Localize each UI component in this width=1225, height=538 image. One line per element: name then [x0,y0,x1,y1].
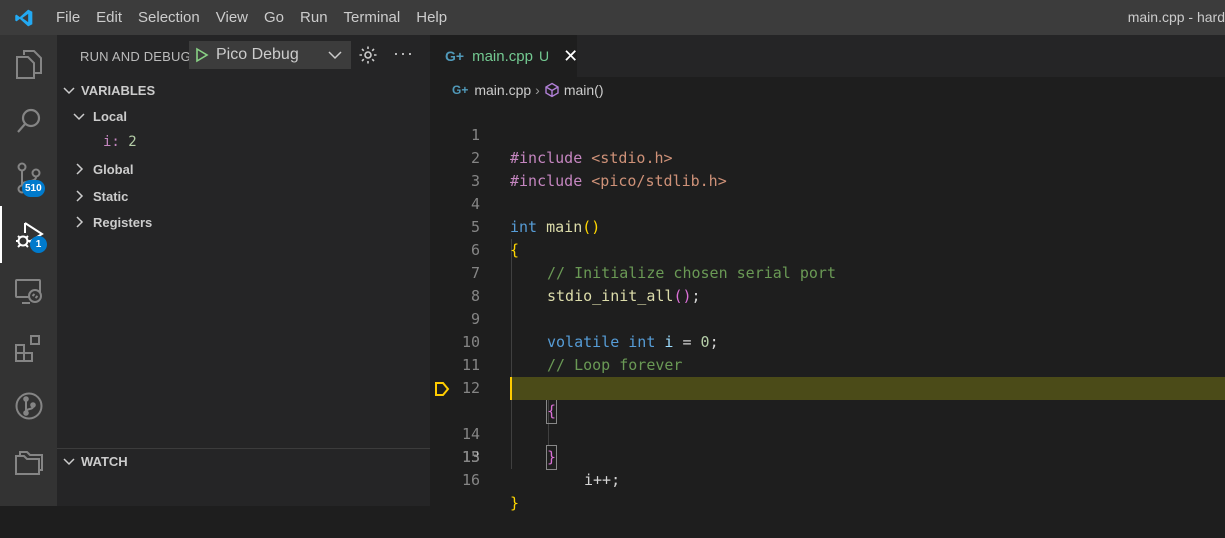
run-debug-sidebar: RUN AND DEBUG Pico Debug ··· VARIABLES L… [57,35,430,506]
chevron-right-icon [76,216,84,228]
source-control-button[interactable]: 510 [0,149,57,206]
title-bar: File Edit Selection View Go Run Terminal… [0,0,1225,35]
code-line: 16 } [430,446,1225,512]
code-line: 4 int main() [430,170,1225,236]
variable-item[interactable]: i: 2 [103,134,137,154]
method-icon [545,82,559,98]
remote-explorer-button[interactable] [0,263,57,320]
scope-global[interactable]: Global [71,158,133,180]
cpp-file-icon: G+ [445,48,465,64]
line-number: 16 [461,471,480,489]
token-brace: } [510,494,520,512]
menu-view[interactable]: View [208,0,256,35]
scope-static[interactable]: Static [71,185,128,207]
breadcrumb: G+ main.cpp › main() [452,79,604,101]
vscode-logo-icon [0,0,48,35]
chevron-down-icon [63,458,75,466]
menu-run[interactable]: Run [292,0,336,35]
code-line: 15 [430,423,1225,466]
chevron-down-icon [63,87,75,95]
editor-area: G+ main.cpp U ✕ G+ main.cpp › main() 1 #… [430,35,1225,512]
menu-file[interactable]: File [48,0,88,35]
code-line: 9 volatile int i = 0; [430,285,1225,351]
tab-main-cpp[interactable]: G+ main.cpp U ✕ [430,35,578,77]
folders-icon [14,450,43,475]
menu-terminal[interactable]: Terminal [336,0,409,35]
stack-frame-pointer-icon[interactable] [434,381,450,397]
scope-local[interactable]: Local [71,105,127,127]
token-statement: i++; [584,471,621,489]
menu-selection[interactable]: Selection [130,0,208,35]
menu-help[interactable]: Help [408,0,455,35]
cpp-file-icon: G+ [452,83,469,97]
variables-label: VARIABLES [81,82,156,98]
scope-label: Global [93,161,134,177]
watch-label: WATCH [81,453,128,469]
breadcrumb-symbol[interactable]: main() [564,82,604,98]
tab-label: main.cpp [472,47,533,65]
scope-registers[interactable]: Registers [71,211,152,233]
remote-explorer-icon [14,278,42,304]
current-line-highlight [510,377,1225,400]
chevron-down-icon [328,51,342,60]
search-button[interactable] [0,92,57,149]
code-line: 1 #include <stdio.h> [430,101,1225,167]
variable-value: 2 [128,134,137,150]
tab-bar: G+ main.cpp U ✕ [430,35,1225,77]
code-line: 12 { [430,354,1225,424]
git-graph-icon [15,392,42,419]
debug-config-select[interactable]: Pico Debug [189,41,351,69]
explorer-button[interactable] [0,35,57,92]
chevron-right-icon [76,163,84,175]
start-debugging-icon[interactable] [194,47,210,63]
code-line: 5 { [430,193,1225,259]
project-manager-button[interactable] [0,434,57,491]
code-line: 8 [430,262,1225,305]
menu-edit[interactable]: Edit [88,0,130,35]
code-line: 7 stdio_init_all(); [430,239,1225,305]
code-line: 14 } [430,400,1225,470]
variable-name: i: [103,134,120,150]
files-icon [15,49,42,79]
menu-bar: File Edit Selection View Go Run Terminal… [48,0,455,35]
current-line: 13 i++; [430,377,1225,489]
code-line: 2 #include <pico/stdlib.h> [430,124,1225,190]
run-debug-button[interactable]: 1 [0,206,57,263]
code-line: 6 // Initialize chosen serial port [430,216,1225,282]
gear-icon[interactable] [358,45,378,65]
chevron-right-icon [76,190,84,202]
scope-label: Local [93,108,127,124]
debug-config-name: Pico Debug [216,46,299,63]
breadcrumb-file[interactable]: main.cpp [474,82,531,98]
chevron-down-icon [73,113,85,121]
search-icon [16,108,40,133]
menu-go[interactable]: Go [256,0,292,35]
section-divider [57,448,430,449]
scope-label: Static [93,188,129,204]
code-line: 10 // Loop forever [430,308,1225,374]
close-icon[interactable]: ✕ [563,46,578,67]
window-title: main.cpp - hard [1127,9,1225,25]
scm-count-badge: 510 [22,180,45,197]
extensions-button[interactable] [0,320,57,377]
code-line: 3 [430,147,1225,190]
sidebar-title: RUN AND DEBUG [80,48,191,64]
chevron-right-icon: › [535,82,540,98]
debug-count-badge: 1 [30,236,47,253]
extensions-icon [14,334,40,362]
activity-bar: 510 1 [0,35,57,506]
more-actions-icon[interactable]: ··· [393,43,414,64]
code-line: 11 while (true) [430,331,1225,397]
git-graph-button[interactable] [0,377,57,434]
watch-section-header[interactable]: WATCH [61,450,128,472]
untracked-status: U [538,48,550,64]
variables-section-header[interactable]: VARIABLES [61,79,155,101]
scope-label: Registers [93,214,153,230]
